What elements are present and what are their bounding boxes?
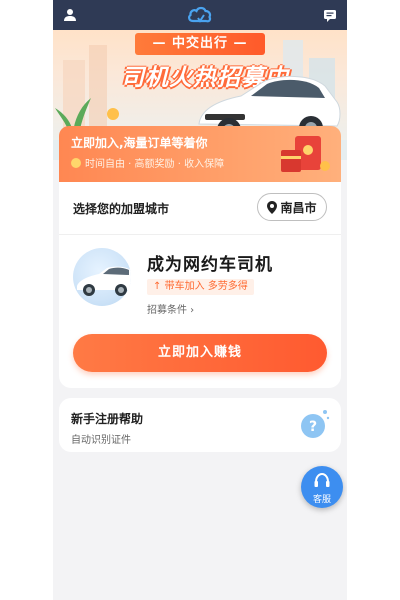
promo-subtitle-row: 时间自由 · 高额奖励 · 收入保障 [71,155,224,170]
customer-service-button[interactable]: 客服 [301,466,343,508]
city-select-button[interactable]: 南昌市 [257,193,327,221]
driver-section: 成为网约车司机 ↑ 带车加入 多劳多得 招募条件 › [73,244,333,324]
join-card: 选择您的加盟城市 南昌市 成为网约车司机 ↑ 带车加入 多劳多得 招募条件 › … [59,182,341,388]
gift-envelope-icon [281,136,330,172]
car-avatar [73,248,131,306]
driver-title: 成为网约车司机 [147,255,273,275]
location-pin-icon [267,200,278,214]
brand-pill: — 中交出行 — [135,33,265,55]
recruit-conditions-link[interactable]: 招募条件 › [147,301,194,316]
user-icon[interactable] [63,8,77,22]
help-card[interactable]: 新手注册帮助 自动识别证件 ? [59,398,341,452]
headset-icon [314,472,330,487]
app-screen: — 中交出行 — 司机火热招募中 立即加入,海量订单等着你 时间自由 · 高额奖… [53,0,347,600]
svg-text:?: ? [309,419,317,435]
driver-tag-text: 带车加入 多劳多得 [164,281,248,292]
promo-banner: 立即加入,海量订单等着你 时间自由 · 高额奖励 · 收入保障 [59,126,341,182]
fire-icon: ↑ [153,281,162,292]
coin-icon [71,157,81,168]
promo-subtitle: 时间自由 · 高额奖励 · 收入保障 [85,159,225,170]
promo-title: 立即加入,海量订单等着你 [71,136,208,150]
message-icon[interactable] [323,9,337,22]
help-subtitle: 自动识别证件 [71,435,131,446]
cloud-logo-icon [187,4,213,30]
city-label: 选择您的加盟城市 [73,202,170,216]
join-earn-button[interactable]: 立即加入赚钱 [73,334,327,372]
car-avatar-icon [77,266,131,296]
customer-service-label: 客服 [312,495,331,505]
help-title: 新手注册帮助 [71,412,144,426]
city-selector-row: 选择您的加盟城市 南昌市 [59,182,341,235]
question-icon: ? [301,410,330,438]
driver-tag: ↑ 带车加入 多劳多得 [147,279,254,295]
city-value: 南昌市 [280,200,317,215]
